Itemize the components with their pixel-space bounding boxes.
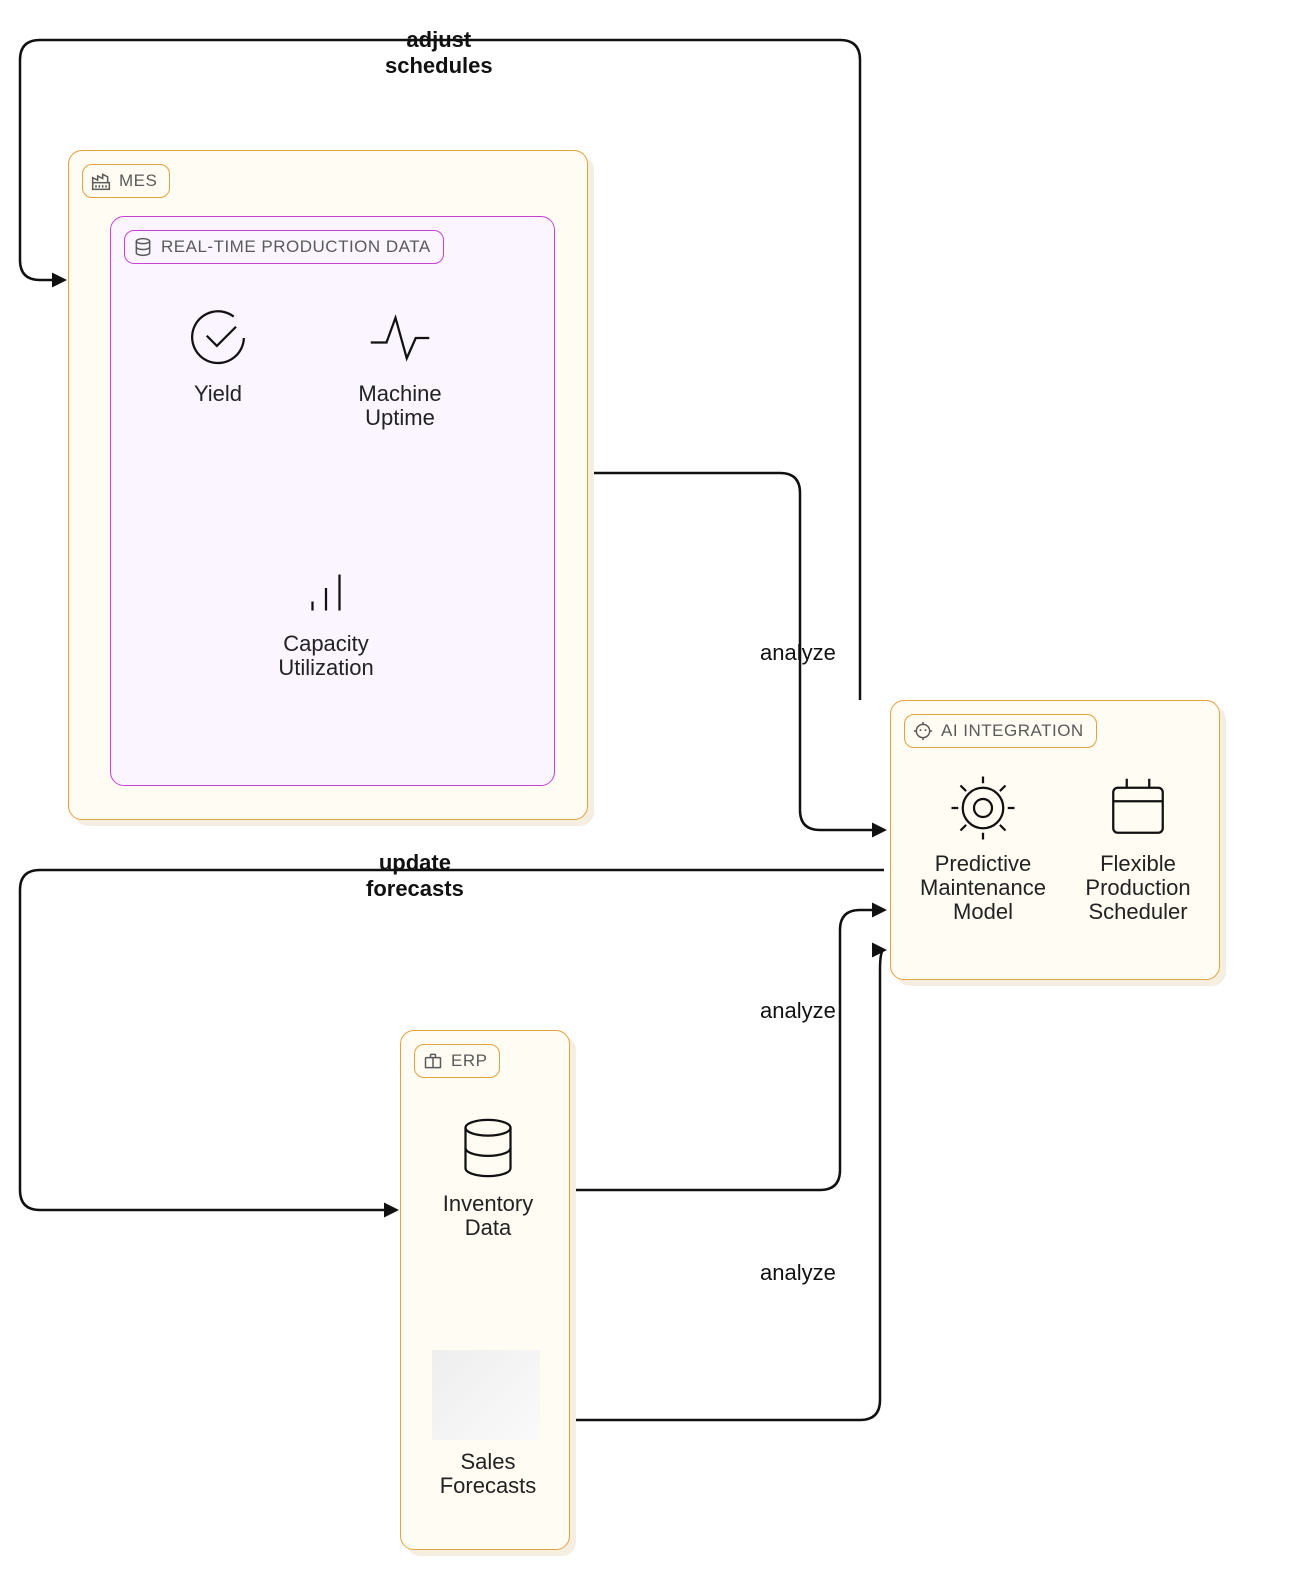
node-yield: Yield (158, 300, 278, 406)
edge-label-analyze-mes: analyze (760, 640, 836, 666)
checkmark-circle-icon (180, 300, 256, 376)
node-uptime: Machine Uptime (330, 300, 470, 430)
briefcase-icon (423, 1051, 443, 1071)
factory-icon (91, 171, 111, 191)
node-capacity: Capacity Utilization (246, 550, 406, 680)
badge-mes-label: MES (119, 171, 157, 191)
node-sales: Sales Forecasts (418, 1450, 558, 1498)
node-uptime-label: Machine Uptime (358, 382, 441, 430)
robot-icon (913, 721, 933, 741)
badge-mes: MES (82, 164, 170, 198)
node-pmm: Predictive Maintenance Model (908, 770, 1058, 925)
node-capacity-label: Capacity Utilization (278, 632, 373, 680)
gear-icon (945, 770, 1021, 846)
edge-label-analyze-sales: analyze (760, 1260, 836, 1286)
calendar-icon (1100, 770, 1176, 846)
badge-rtpd: REAL-TIME PRODUCTION DATA (124, 230, 444, 264)
edge-label-adjust-schedules: adjust schedules (385, 27, 493, 79)
node-fps-label: Flexible Production Scheduler (1085, 852, 1190, 925)
node-sales-label: Sales Forecasts (440, 1450, 537, 1498)
badge-ai: AI INTEGRATION (904, 714, 1097, 748)
badge-erp-label: ERP (451, 1051, 487, 1071)
badge-rtpd-label: REAL-TIME PRODUCTION DATA (161, 237, 431, 257)
badge-erp: ERP (414, 1044, 500, 1078)
node-fps: Flexible Production Scheduler (1068, 770, 1208, 925)
database-icon (133, 237, 153, 257)
node-inventory-label: Inventory Data (443, 1192, 534, 1240)
node-pmm-label: Predictive Maintenance Model (920, 852, 1046, 925)
activity-icon (362, 300, 438, 376)
bar-chart-icon (288, 550, 364, 626)
badge-ai-label: AI INTEGRATION (941, 721, 1084, 741)
node-yield-label: Yield (194, 382, 242, 406)
edge-label-update-forecasts: update forecasts (366, 850, 464, 902)
node-inventory: Inventory Data (418, 1110, 558, 1240)
sales-forecast-image (432, 1350, 540, 1440)
database-cylinder-icon (450, 1110, 526, 1186)
edge-label-analyze-inv: analyze (760, 998, 836, 1024)
